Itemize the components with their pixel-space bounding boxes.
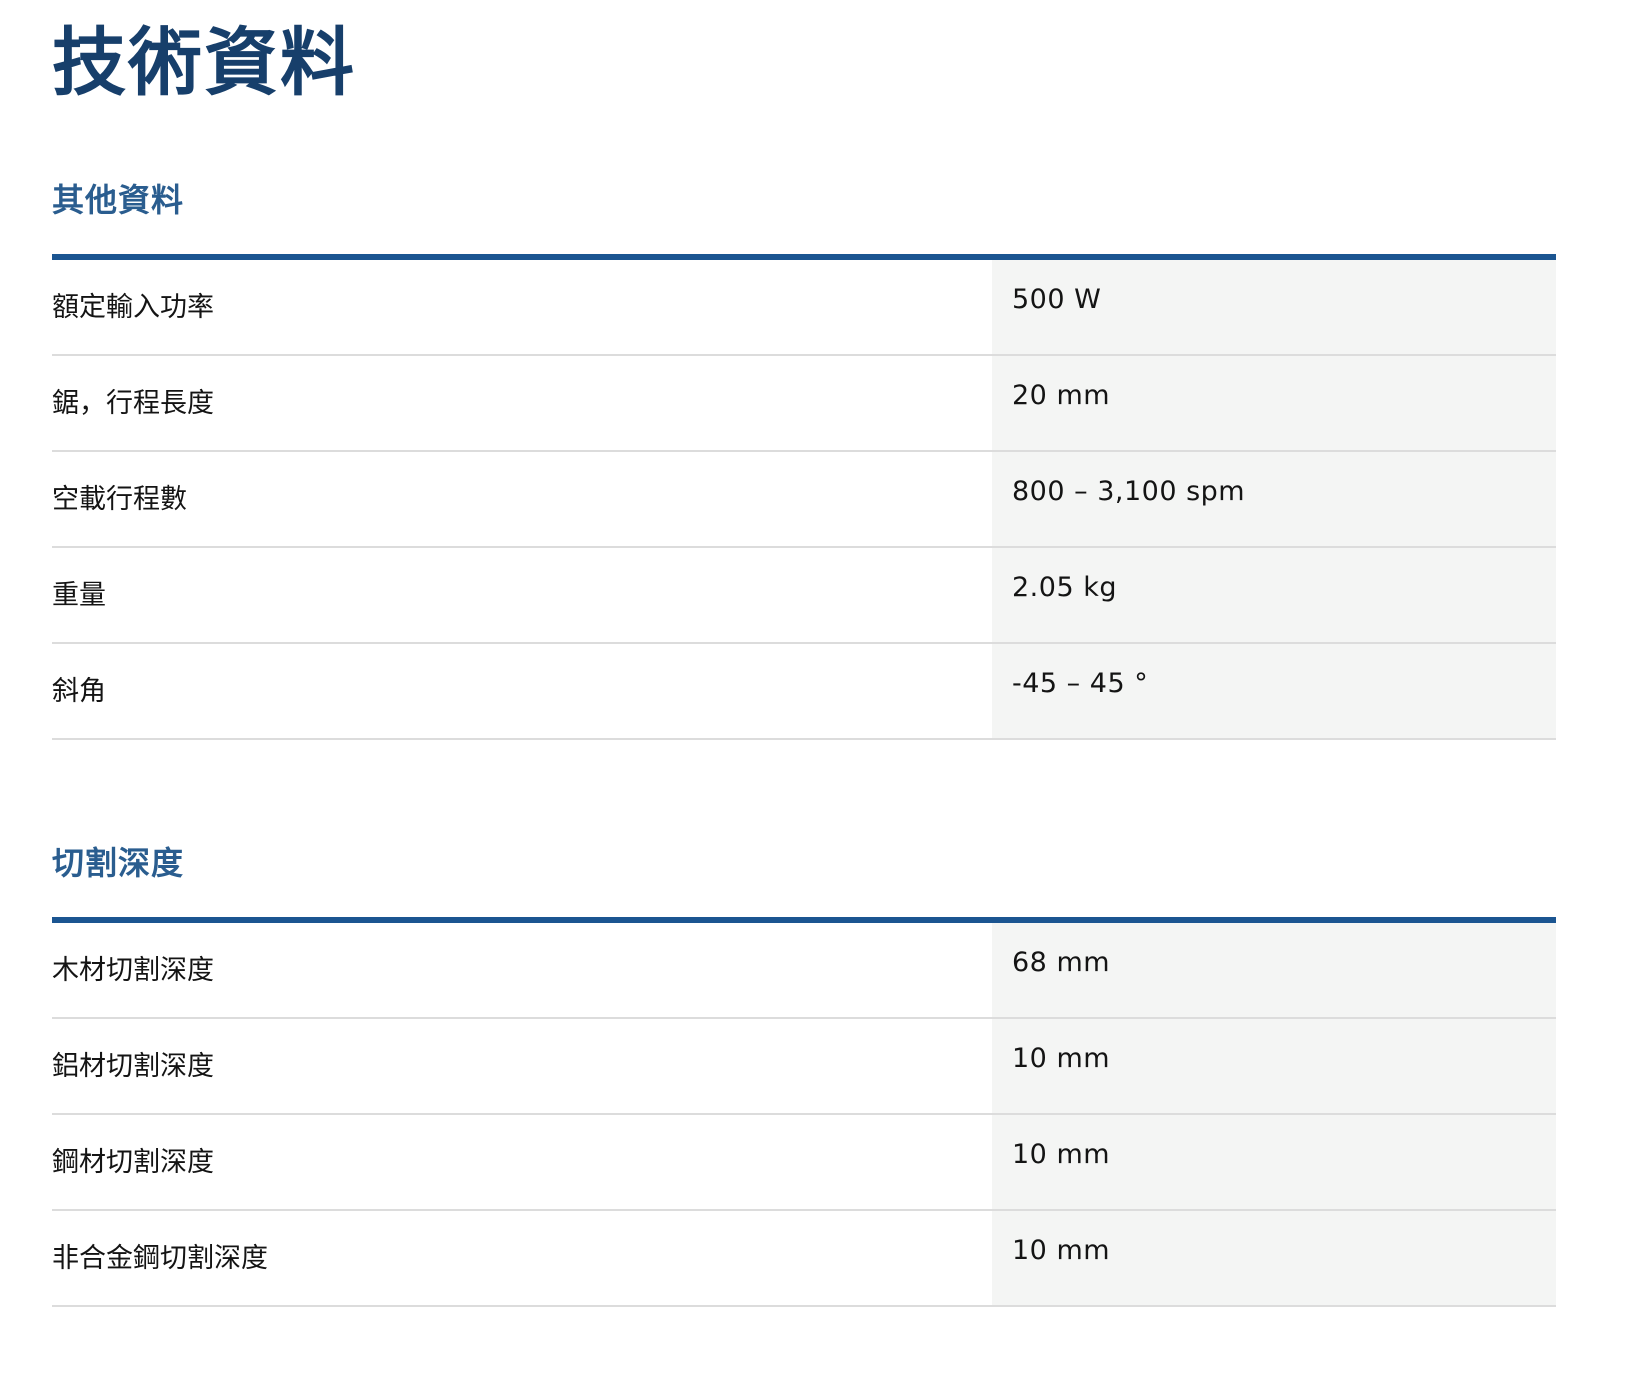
spec-label: 鋁材切割深度 xyxy=(52,1051,214,1082)
table-row: 重量 2.05 kg xyxy=(52,548,1556,644)
spec-label: 非合金鋼切割深度 xyxy=(52,1243,268,1274)
spec-value: 68 mm xyxy=(992,923,1556,1017)
table-row: 空載行程數 800 – 3,100 spm xyxy=(52,452,1556,548)
page-title: 技術資料 xyxy=(52,20,356,106)
spec-table: 木材切割深度 68 mm 鋁材切割深度 10 mm 鋼材切割深度 10 mm 非… xyxy=(52,917,1556,1307)
spec-label: 鋸，行程長度 xyxy=(52,388,214,419)
table-row: 木材切割深度 68 mm xyxy=(52,923,1556,1019)
spec-label: 空載行程數 xyxy=(52,484,187,515)
section-other-data: 其他資料 額定輸入功率 500 W 鋸，行程長度 20 mm 空載行程數 800… xyxy=(52,181,1556,740)
spec-value: 10 mm xyxy=(992,1019,1556,1113)
spec-value: 10 mm xyxy=(992,1211,1556,1305)
spec-label: 重量 xyxy=(52,580,106,611)
spec-label: 斜角 xyxy=(52,676,106,707)
section-title: 其他資料 xyxy=(52,181,185,219)
section-cutting-depth: 切割深度 木材切割深度 68 mm 鋁材切割深度 10 mm 鋼材切割深度 10… xyxy=(52,844,1556,1307)
spec-label: 鋼材切割深度 xyxy=(52,1147,214,1178)
section-title: 切割深度 xyxy=(52,844,185,882)
table-row: 鋼材切割深度 10 mm xyxy=(52,1115,1556,1211)
table-row: 鋁材切割深度 10 mm xyxy=(52,1019,1556,1115)
spec-value: -45 – 45 ° xyxy=(992,644,1556,738)
table-row: 非合金鋼切割深度 10 mm xyxy=(52,1211,1556,1307)
table-row: 鋸，行程長度 20 mm xyxy=(52,356,1556,452)
spec-table: 額定輸入功率 500 W 鋸，行程長度 20 mm 空載行程數 800 – 3,… xyxy=(52,254,1556,740)
spec-value: 800 – 3,100 spm xyxy=(992,452,1556,546)
spec-value: 500 W xyxy=(992,260,1556,354)
table-row: 斜角 -45 – 45 ° xyxy=(52,644,1556,740)
spec-value: 20 mm xyxy=(992,356,1556,450)
spec-label: 木材切割深度 xyxy=(52,955,214,986)
tech-data-page: 技術資料 其他資料 額定輸入功率 500 W 鋸，行程長度 20 mm 空載行程… xyxy=(0,0,1644,1374)
table-row: 額定輸入功率 500 W xyxy=(52,260,1556,356)
spec-value: 2.05 kg xyxy=(992,548,1556,642)
spec-label: 額定輸入功率 xyxy=(52,292,214,323)
spec-value: 10 mm xyxy=(992,1115,1556,1209)
